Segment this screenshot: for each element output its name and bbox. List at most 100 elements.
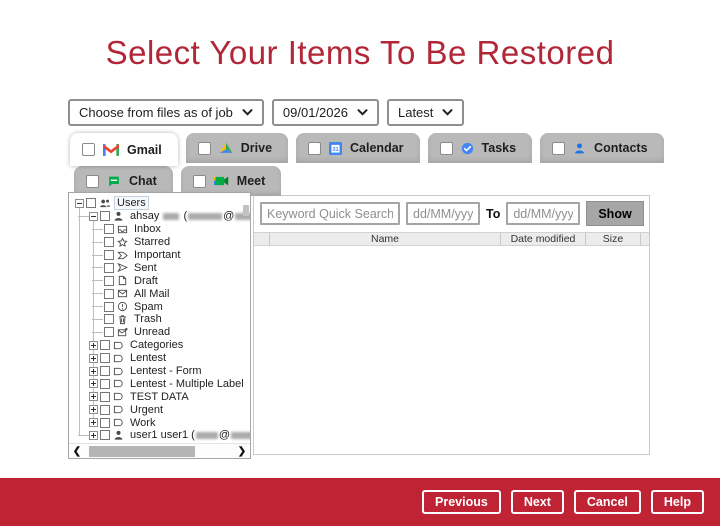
tree-item-user1-account[interactable]: user1 user1 (@) <box>75 429 242 442</box>
tree-label[interactable]: Users <box>114 196 149 210</box>
tree-checkbox[interactable] <box>86 198 96 208</box>
tree-item-urgent[interactable]: Urgent <box>75 403 242 416</box>
tree-label[interactable]: Spam <box>132 301 165 313</box>
tree-checkbox[interactable] <box>104 237 114 247</box>
tree-item-categories[interactable]: Categories <box>75 339 242 352</box>
gmail-checkbox[interactable] <box>82 143 95 156</box>
tree-label[interactable]: Draft <box>132 275 160 287</box>
expand-toggle-icon[interactable] <box>89 367 98 376</box>
tree-checkbox[interactable] <box>104 314 114 324</box>
tree-label[interactable]: ahsay (@) <box>128 210 251 222</box>
tree-checkbox[interactable] <box>100 405 110 415</box>
column-header-name[interactable]: Name <box>270 233 501 245</box>
tree-label[interactable]: Trash <box>132 313 164 325</box>
tree-label[interactable]: Inbox <box>132 223 163 235</box>
horizontal-scrollbar[interactable]: ❮ ❯ <box>69 443 250 458</box>
expand-toggle-icon[interactable] <box>89 431 98 440</box>
tree-item-lentest-multiple-label[interactable]: Lentest - Multiple Label <box>75 377 242 390</box>
tree-checkbox[interactable] <box>104 276 114 286</box>
job-source-select[interactable]: Choose from files as of job <box>68 99 264 126</box>
expand-toggle-icon[interactable] <box>89 392 98 401</box>
tree-label[interactable]: Lentest <box>128 352 168 364</box>
column-header-blank-0[interactable] <box>254 233 270 245</box>
tab-contacts[interactable]: Contacts <box>540 133 663 163</box>
next-button[interactable]: Next <box>511 490 564 514</box>
tree-label[interactable]: Work <box>128 417 157 429</box>
tree-item-spam[interactable]: Spam <box>75 300 242 313</box>
tree-checkbox[interactable] <box>100 353 110 363</box>
expand-toggle-icon[interactable] <box>89 354 98 363</box>
tree-label[interactable]: Important <box>132 249 182 261</box>
tree-checkbox[interactable] <box>100 340 110 350</box>
tasks-checkbox[interactable] <box>440 142 453 155</box>
tree-item-lentest[interactable]: Lentest <box>75 352 242 365</box>
cancel-button[interactable]: Cancel <box>574 490 641 514</box>
tree-label[interactable]: Lentest - Form <box>128 365 204 377</box>
previous-button[interactable]: Previous <box>422 490 501 514</box>
scroll-left-arrow-icon[interactable]: ❮ <box>69 446 85 457</box>
tree-checkbox[interactable] <box>104 250 114 260</box>
tree-item-inbox[interactable]: Inbox <box>75 223 242 236</box>
chat-checkbox[interactable] <box>86 175 99 188</box>
tree-item-lentest-form[interactable]: Lentest - Form <box>75 365 242 378</box>
show-button[interactable]: Show <box>586 201 643 226</box>
expand-toggle-icon[interactable] <box>89 341 98 350</box>
tree-item-draft[interactable]: Draft <box>75 274 242 287</box>
tree-label[interactable]: TEST DATA <box>128 391 191 403</box>
tree-item-users[interactable]: Users <box>75 197 242 210</box>
tree-checkbox[interactable] <box>104 224 114 234</box>
tab-drive[interactable]: Drive <box>186 133 288 163</box>
tab-calendar[interactable]: 31Calendar <box>296 133 420 163</box>
tree-checkbox[interactable] <box>104 289 114 299</box>
keyword-search-input[interactable] <box>260 202 400 225</box>
tree-item-sent[interactable]: Sent <box>75 261 242 274</box>
date-to-input[interactable] <box>506 202 580 225</box>
job-time-select[interactable]: Latest <box>387 99 464 126</box>
tree-label[interactable]: Urgent <box>128 404 165 416</box>
tree-item-starred[interactable]: Starred <box>75 236 242 249</box>
scroll-right-arrow-icon[interactable]: ❯ <box>234 446 250 457</box>
tree-checkbox[interactable] <box>104 263 114 273</box>
tree-label[interactable]: Unread <box>132 326 172 338</box>
tab-gmail[interactable]: Gmail <box>70 133 178 166</box>
tree-label[interactable]: Sent <box>132 262 159 274</box>
drive-checkbox[interactable] <box>198 142 211 155</box>
tree-checkbox[interactable] <box>100 379 110 389</box>
tree-item-unread[interactable]: Unread <box>75 326 242 339</box>
date-from-input[interactable] <box>406 202 480 225</box>
vertical-scrollbar-thumb[interactable] <box>243 205 249 216</box>
calendar-checkbox[interactable] <box>308 142 321 155</box>
tree-item-ahsay-account[interactable]: ahsay (@) <box>75 210 242 223</box>
tree-item-trash[interactable]: Trash <box>75 313 242 326</box>
collapse-toggle-icon[interactable] <box>89 212 98 221</box>
tree-checkbox[interactable] <box>100 211 110 221</box>
help-button[interactable]: Help <box>651 490 704 514</box>
tree-checkbox[interactable] <box>100 392 110 402</box>
tree-item-important[interactable]: Important <box>75 249 242 262</box>
tree-label[interactable]: user1 user1 (@) <box>128 429 251 441</box>
column-header-date-modified[interactable]: Date modified <box>501 233 586 245</box>
tree-checkbox[interactable] <box>100 430 110 440</box>
collapse-toggle-icon[interactable] <box>75 199 84 208</box>
expand-toggle-icon[interactable] <box>89 418 98 427</box>
tree-checkbox[interactable] <box>100 418 110 428</box>
tree-label[interactable]: Categories <box>128 339 185 351</box>
tree-item-all-mail[interactable]: All Mail <box>75 287 242 300</box>
horizontal-scrollbar-thumb[interactable] <box>89 446 195 457</box>
tree-checkbox[interactable] <box>104 327 114 337</box>
expand-toggle-icon[interactable] <box>89 379 98 388</box>
tree-checkbox[interactable] <box>100 366 110 376</box>
tree-label[interactable]: Starred <box>132 236 172 248</box>
contacts-checkbox[interactable] <box>552 142 565 155</box>
tab-tasks[interactable]: Tasks <box>428 133 533 163</box>
job-date-select[interactable]: 09/01/2026 <box>272 99 379 126</box>
column-header-size[interactable]: Size <box>586 233 641 245</box>
tree-item-test-data[interactable]: TEST DATA <box>75 390 242 403</box>
tree-label[interactable]: Lentest - Multiple Label <box>128 378 246 390</box>
expand-toggle-icon[interactable] <box>89 405 98 414</box>
column-header-blank-4[interactable] <box>641 233 649 245</box>
tree-checkbox[interactable] <box>104 302 114 312</box>
meet-checkbox[interactable] <box>193 175 206 188</box>
tree-label[interactable]: All Mail <box>132 288 171 300</box>
tree-item-work[interactable]: Work <box>75 416 242 429</box>
